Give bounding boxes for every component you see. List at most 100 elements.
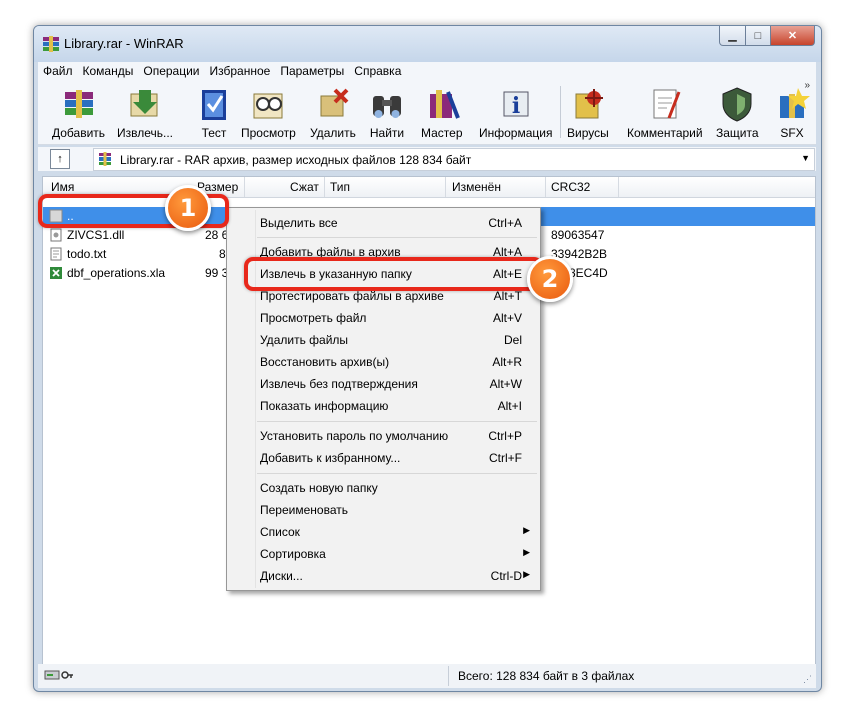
path-combobox[interactable]: Library.rar - RAR архив, размер исходных…	[93, 148, 815, 171]
step-badge-1: 1	[165, 185, 211, 231]
menu-item-label: Сортировка	[260, 547, 326, 561]
excel-file-icon	[50, 267, 62, 279]
menu-item-shortcut: Ctrl+F	[489, 451, 522, 465]
add-label: Добавить	[52, 126, 106, 140]
winrar-app-icon	[43, 36, 59, 52]
delete-button[interactable]: Удалить	[310, 82, 356, 142]
menu-item-view-file[interactable]: Просмотреть файл Alt+V	[227, 307, 540, 329]
column-divider	[545, 177, 546, 197]
menu-file[interactable]: Файл	[38, 64, 78, 78]
find-label: Найти	[369, 126, 405, 140]
menu-help[interactable]: Справка	[349, 64, 406, 78]
dll-file-icon	[50, 228, 62, 242]
comment-button[interactable]: Комментарий	[627, 82, 703, 142]
status-divider	[448, 666, 449, 686]
extract-icon	[130, 90, 158, 117]
menu-separator	[257, 237, 537, 238]
wizard-icon	[429, 90, 460, 119]
menu-item-label: Просмотреть файл	[260, 311, 367, 325]
file-size: 99 3	[205, 266, 229, 280]
menu-item-label: Диски...	[260, 569, 303, 583]
shield-icon	[722, 87, 752, 122]
menu-item-drives[interactable]: Диски... Ctrl-D ▶	[227, 565, 540, 587]
info-button[interactable]: i Информация	[479, 82, 552, 142]
column-name[interactable]: Имя	[51, 180, 74, 194]
view-button[interactable]: Просмотр	[241, 82, 296, 142]
protect-label: Защита	[716, 126, 759, 140]
delete-icon	[320, 88, 349, 117]
menu-item-label: Список	[260, 525, 300, 539]
menu-commands[interactable]: Команды	[78, 64, 139, 78]
protect-button[interactable]: Защита	[716, 82, 759, 142]
sfx-button[interactable]: SFX	[772, 82, 812, 142]
drive-key-icon	[44, 670, 73, 680]
binoculars-icon	[373, 96, 401, 118]
menu-item-extract-no-confirm[interactable]: Извлечь без подтверждения Alt+W	[227, 373, 540, 395]
column-modified[interactable]: Изменён	[452, 180, 501, 194]
file-name: ZIVCS1.dll	[67, 228, 125, 242]
close-button[interactable]: ✕	[771, 26, 815, 46]
title-bar[interactable]: Library.rar - WinRAR ▁ □ ✕	[34, 26, 821, 62]
menu-item-label: Извлечь без подтверждения	[260, 377, 418, 391]
step-badge-2: 2	[527, 256, 573, 302]
column-divider	[244, 177, 245, 197]
highlight-extract-item	[244, 257, 543, 291]
test-icon	[202, 90, 226, 120]
add-button[interactable]: Добавить	[52, 82, 105, 142]
archive-icon	[99, 152, 111, 166]
menu-item-shortcut: Alt+I	[497, 399, 522, 413]
comment-icon	[653, 89, 681, 119]
menu-item-label: Установить пароль по умолчанию	[260, 429, 449, 443]
menu-operations[interactable]: Операции	[138, 64, 204, 78]
toolbar-overflow-chevron[interactable]: »	[804, 80, 810, 91]
test-label: Тест	[201, 126, 227, 140]
submenu-arrow-icon: ▶	[523, 525, 530, 535]
menu-item-sort[interactable]: Сортировка ▶	[227, 543, 540, 565]
find-button[interactable]: Найти	[367, 82, 407, 142]
toolbar: Добавить Извлечь... Тест Просмотр Удалит…	[38, 80, 816, 145]
menu-item-select-all[interactable]: Выделить все Ctrl+A	[227, 212, 540, 234]
archive-path-text: Library.rar - RAR архив, размер исходных…	[120, 153, 472, 167]
menu-options[interactable]: Параметры	[275, 64, 349, 78]
info-label: Информация	[479, 126, 553, 140]
menu-item-label: Выделить все	[260, 216, 338, 230]
menu-item-label: Восстановить архив(ы)	[260, 355, 390, 369]
wizard-button[interactable]: Мастер	[421, 82, 463, 142]
menu-item-set-password[interactable]: Установить пароль по умолчанию Ctrl+P	[227, 425, 540, 447]
wizard-label: Мастер	[421, 126, 463, 140]
menu-item-list[interactable]: Список ▶	[227, 521, 540, 543]
menu-item-new-folder[interactable]: Создать новую папку	[227, 477, 540, 499]
up-folder-button[interactable]: ↑	[50, 149, 70, 169]
chevron-down-icon[interactable]: ▼	[801, 153, 810, 163]
window-title: Library.rar - WinRAR	[64, 36, 184, 51]
menu-item-label: Переименовать	[260, 503, 348, 517]
menu-item-delete-files[interactable]: Удалить файлы Del	[227, 329, 540, 351]
column-type[interactable]: Тип	[330, 180, 350, 194]
menu-separator	[257, 473, 537, 474]
view-label: Просмотр	[241, 126, 296, 140]
menu-item-repair-archive[interactable]: Восстановить архив(ы) Alt+R	[227, 351, 540, 373]
column-packed[interactable]: Сжат	[290, 180, 319, 194]
extract-label: Извлечь...	[117, 126, 174, 140]
menu-item-add-favorite[interactable]: Добавить к избранному... Ctrl+F	[227, 447, 540, 469]
menu-item-label: Протестировать файлы в архиве	[260, 289, 444, 303]
menu-item-rename[interactable]: Переименовать	[227, 499, 540, 521]
minimize-button[interactable]: ▁	[719, 26, 746, 46]
menu-favorites[interactable]: Избранное	[205, 64, 276, 78]
virus-scan-label: Вирусы	[567, 126, 609, 140]
menu-item-shortcut: Ctrl+P	[488, 429, 522, 443]
maximize-button[interactable]: □	[746, 26, 771, 46]
submenu-arrow-icon: ▶	[523, 569, 530, 579]
menu-item-show-info[interactable]: Показать информацию Alt+I	[227, 395, 540, 417]
view-icon	[253, 93, 283, 119]
menu-item-shortcut: Alt+V	[492, 311, 522, 325]
resize-grip-icon[interactable]: ⋰	[803, 674, 812, 685]
path-bar: ↑ Library.rar - RAR архив, размер исходн…	[38, 147, 816, 171]
sfx-label: SFX	[780, 126, 804, 140]
virus-scan-button[interactable]: Вирусы	[567, 82, 609, 142]
extract-button[interactable]: Извлечь...	[117, 82, 173, 142]
test-button[interactable]: Тест	[194, 82, 234, 142]
menu-item-label: Показать информацию	[260, 399, 389, 413]
column-crc32[interactable]: CRC32	[551, 180, 590, 194]
menu-item-shortcut: Ctrl+A	[488, 216, 522, 230]
